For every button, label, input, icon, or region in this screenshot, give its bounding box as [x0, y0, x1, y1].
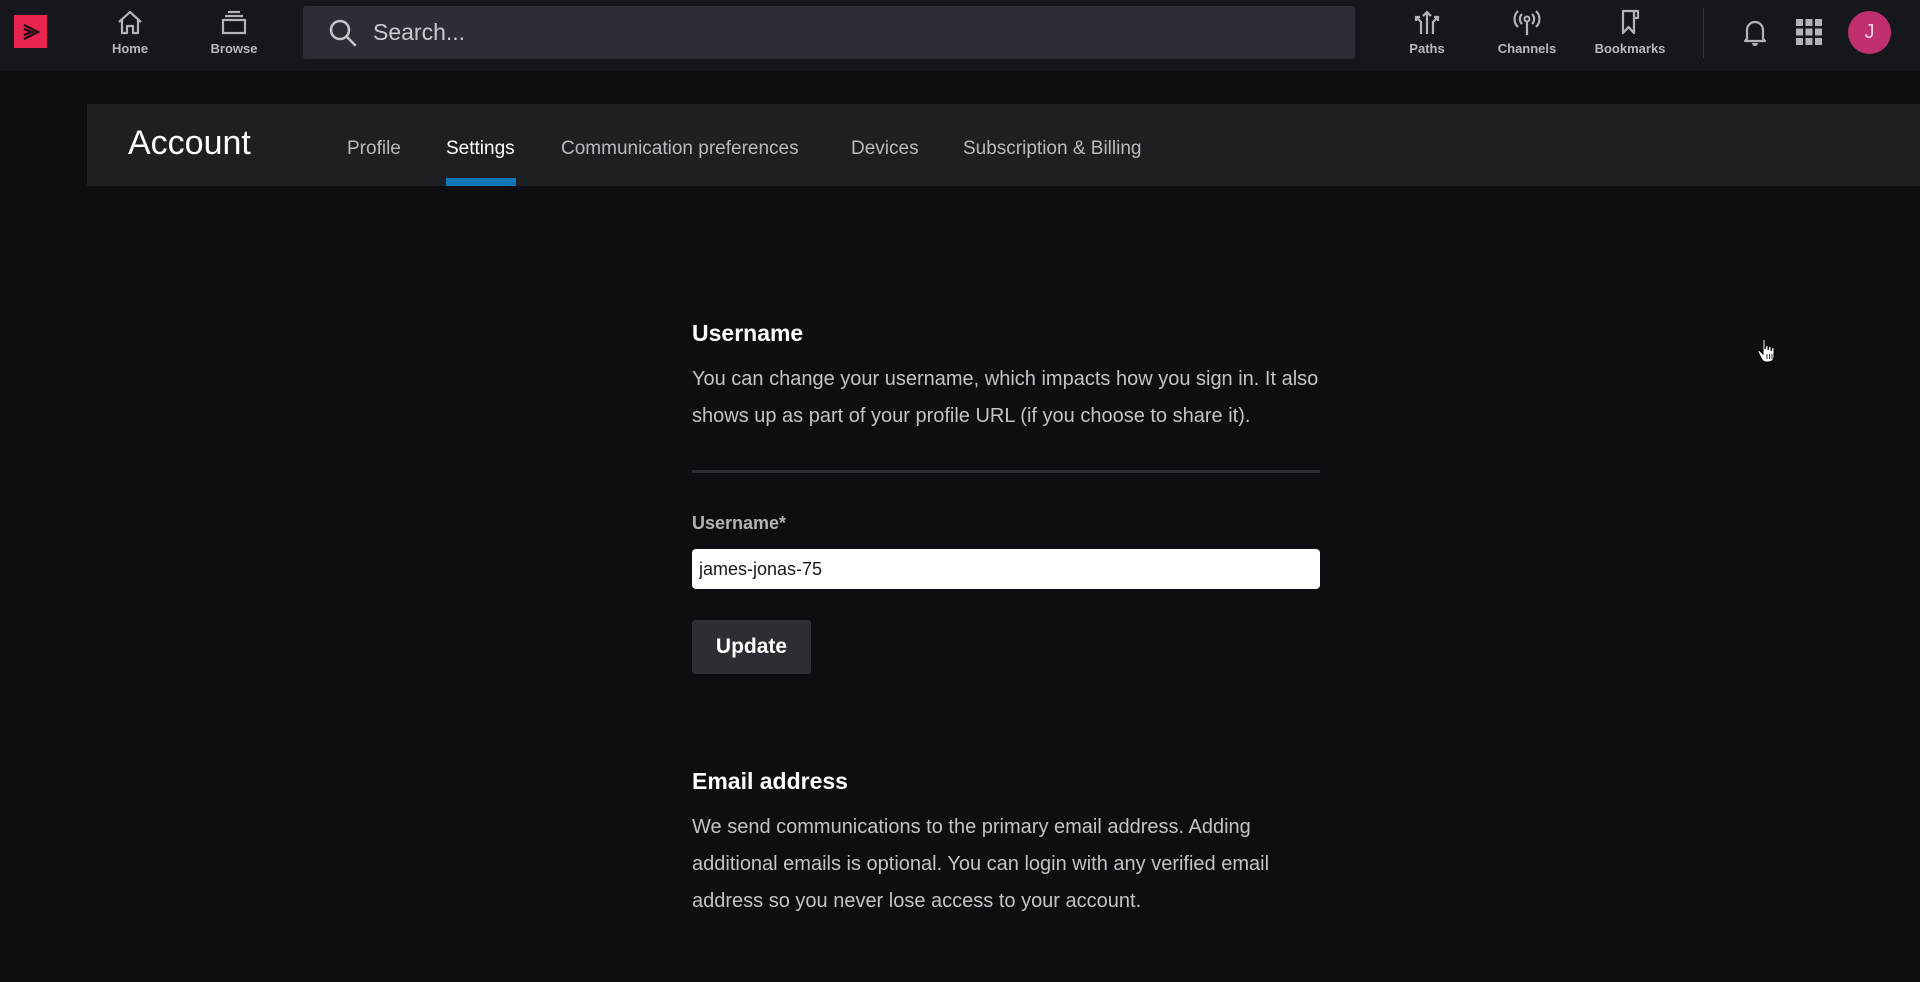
tab-devices[interactable]: Devices: [851, 138, 919, 160]
nav-paths[interactable]: Paths: [1402, 6, 1452, 62]
apps-menu-button[interactable]: [1791, 14, 1827, 50]
nav-home[interactable]: Home: [110, 6, 150, 62]
tab-communication-preferences[interactable]: Communication preferences: [561, 138, 799, 160]
apps-grid-icon: [1796, 19, 1822, 45]
nav-home-label: Home: [111, 41, 149, 56]
nav-channels[interactable]: Channels: [1495, 6, 1559, 62]
nav-divider: [1703, 8, 1704, 58]
username-section: Username You can change your username, w…: [692, 320, 1320, 674]
brand-logo[interactable]: [14, 15, 47, 48]
search-bar[interactable]: [303, 6, 1355, 59]
tab-profile[interactable]: Profile: [347, 138, 401, 160]
search-input[interactable]: [373, 19, 1273, 46]
home-icon: [118, 10, 142, 35]
hand-pointer-cursor-icon: [1757, 338, 1775, 363]
username-field-label: Username*: [692, 513, 787, 533]
nav-browse[interactable]: Browse: [210, 6, 258, 62]
update-button[interactable]: Update: [692, 620, 811, 674]
channels-broadcast-icon: [1513, 10, 1541, 35]
user-avatar[interactable]: J: [1848, 11, 1891, 54]
email-heading: Email address: [692, 768, 848, 794]
search-icon: [329, 19, 357, 46]
notifications-button[interactable]: [1737, 14, 1773, 50]
account-header: Account Profile Settings Communication p…: [87, 104, 1920, 186]
username-input[interactable]: [692, 549, 1320, 589]
username-heading: Username: [692, 320, 804, 346]
nav-paths-label: Paths: [1409, 41, 1445, 56]
settings-content: Username You can change your username, w…: [692, 320, 1320, 920]
section-divider: [692, 470, 1320, 473]
username-description: You can change your username, which impa…: [692, 368, 1319, 427]
play-arrow-logo-icon: [23, 23, 40, 40]
bookmark-icon: [1621, 9, 1640, 35]
nav-bookmarks-label: Bookmarks: [1594, 41, 1666, 56]
paths-arrows-icon: [1414, 10, 1440, 34]
email-section: Email address We send communications to …: [692, 768, 1320, 920]
email-description: We send communications to the primary em…: [692, 816, 1270, 912]
active-tab-indicator: [446, 178, 516, 186]
nav-channels-label: Channels: [1497, 41, 1557, 56]
page-title: Account: [128, 124, 251, 162]
browse-stack-icon: [221, 10, 247, 35]
tab-subscription-billing[interactable]: Subscription & Billing: [963, 138, 1141, 160]
nav-browse-label: Browse: [210, 41, 258, 56]
nav-bookmarks[interactable]: Bookmarks: [1593, 6, 1667, 62]
top-navigation: Home Browse Paths Channels: [0, 0, 1920, 70]
avatar-initial: J: [1864, 21, 1875, 43]
tab-settings[interactable]: Settings: [446, 138, 515, 160]
bell-icon: [1743, 20, 1767, 46]
